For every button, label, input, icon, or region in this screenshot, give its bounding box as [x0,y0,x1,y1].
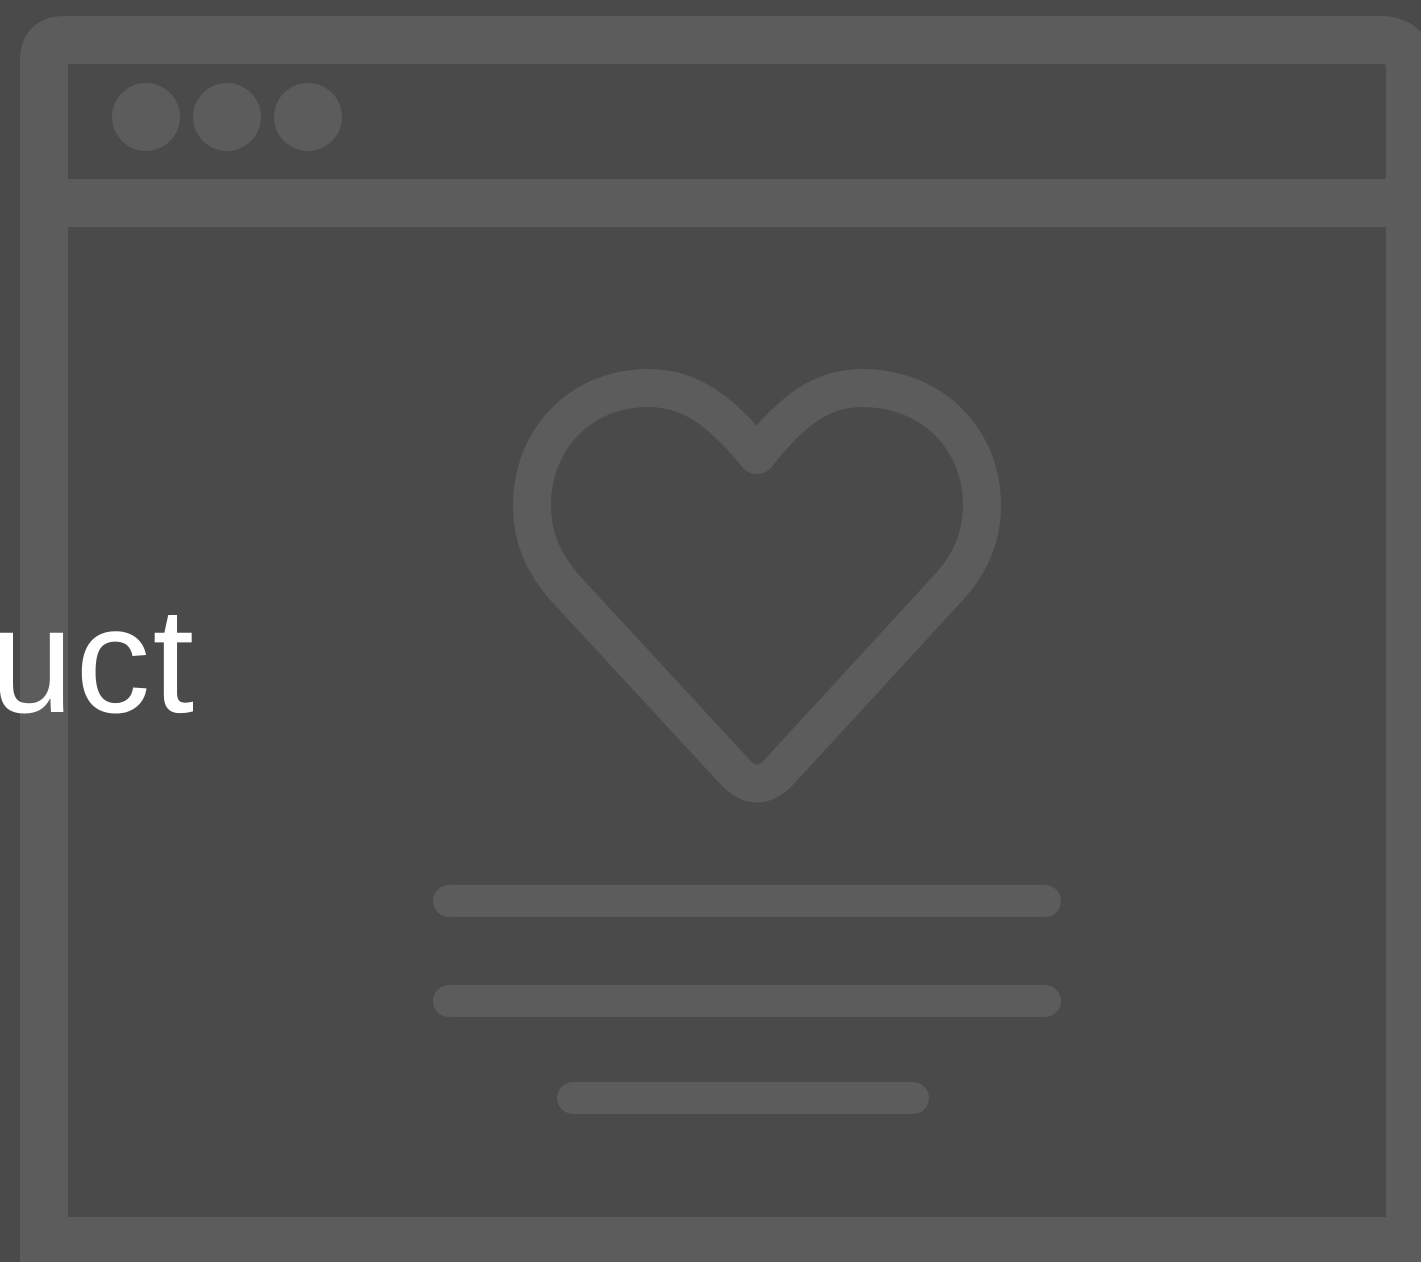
browser-window-illustration [20,16,1421,1262]
window-dot-icon [274,83,342,151]
window-bottom-edge [20,1217,1421,1262]
heart-icon [513,369,1001,803]
window-dot-icon [193,83,261,151]
window-dot-icon [112,83,180,151]
caption-text: uct [0,576,197,744]
stage: uct [0,0,1421,1262]
titlebar-divider [44,179,1410,227]
